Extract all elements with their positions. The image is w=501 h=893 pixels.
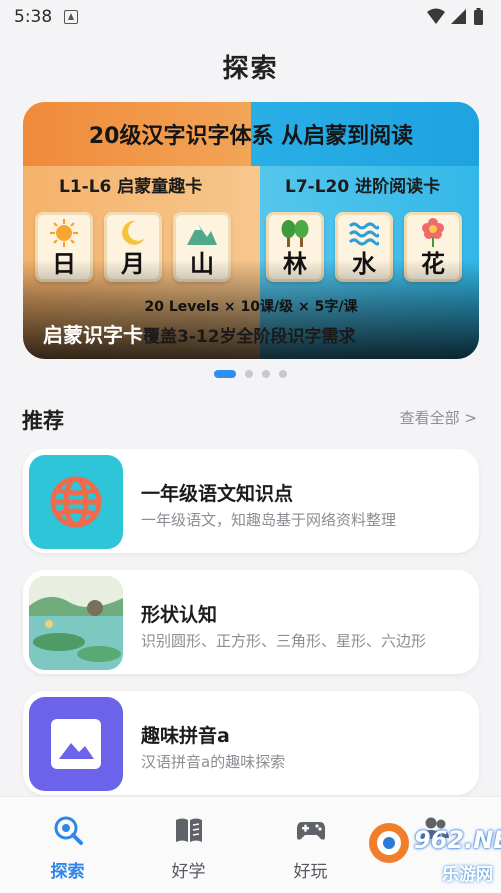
- carousel-dot[interactable]: [262, 370, 270, 378]
- watermark: 962.NET 乐游网: [360, 818, 501, 890]
- tab-play[interactable]: 好玩: [248, 797, 373, 893]
- carousel-dot[interactable]: [245, 370, 253, 378]
- banner-caption: 启蒙识字卡: [43, 323, 143, 347]
- banner-carousel[interactable]: 20级汉字识字体系 从启蒙到阅读 L1-L6 启蒙童趣卡 L7-L20 进阶阅读…: [23, 102, 479, 359]
- item-title: 一年级语文知识点: [141, 483, 294, 505]
- carousel-dot-active[interactable]: [214, 370, 236, 378]
- notification-icon: [64, 10, 78, 24]
- item-description: 一年级语文，知趣岛基于网络资料整理: [141, 511, 397, 529]
- item-title: 形状认知: [141, 604, 218, 626]
- sun-icon: [50, 219, 78, 247]
- status-bar: 5:38: [0, 0, 501, 34]
- globe-icon: [50, 476, 102, 528]
- list-item[interactable]: 一年级语文知识点 一年级语文，知趣岛基于网络资料整理: [23, 449, 479, 553]
- banner-right-subtitle: L7-L20 进阶阅读卡: [285, 177, 441, 197]
- list-item[interactable]: 趣味拼音a 汉语拼音a的趣味探索: [23, 691, 479, 795]
- battery-icon: [474, 10, 483, 25]
- banner-levels-line: 20 Levels × 10课/级 × 5字/课: [144, 299, 358, 315]
- flower-icon: [422, 218, 444, 247]
- signal-icon: [451, 9, 466, 24]
- book-icon: [176, 818, 202, 842]
- item-description: 识别圆形、正方形、三角形、星形、六边形: [141, 632, 427, 650]
- moon-icon: [122, 220, 145, 245]
- view-all-link[interactable]: 查看全部 >: [400, 407, 477, 428]
- tab-learn[interactable]: 好学: [126, 797, 251, 893]
- banner-coverage-line: 覆盖3-12岁全阶段识字需求: [143, 327, 356, 347]
- water-icon: [349, 222, 379, 246]
- item-description: 汉语拼音a的趣味探索: [141, 753, 286, 771]
- item-title: 趣味拼音a: [141, 725, 230, 747]
- tab-label: 好玩: [293, 862, 328, 882]
- wifi-icon: [427, 8, 445, 24]
- status-icons: [427, 8, 483, 25]
- banner-headline: 20级汉字识字体系 从启蒙到阅读: [88, 124, 414, 149]
- trees-icon: [281, 220, 309, 247]
- search-globe-icon: [54, 816, 83, 845]
- watermark-subtext: 乐游网: [442, 865, 493, 885]
- tab-label: 好学: [171, 862, 206, 882]
- list-item[interactable]: 形状认知 识别圆形、正方形、三角形、星形、六边形: [23, 570, 479, 674]
- carousel-dot[interactable]: [279, 370, 287, 378]
- gamepad-icon: [297, 822, 325, 840]
- banner-left-subtitle: L1-L6 启蒙童趣卡: [59, 177, 203, 197]
- item-thumbnail: [29, 455, 123, 549]
- scenery-image: [29, 576, 123, 670]
- tab-explore[interactable]: 探索: [5, 797, 130, 893]
- watermark-logo: [369, 823, 409, 863]
- watermark-text: 962.NET: [414, 826, 501, 854]
- item-thumbnail: [29, 697, 123, 791]
- item-thumbnail: [29, 576, 123, 670]
- image-placeholder-icon: [51, 719, 101, 769]
- section-title: 推荐: [22, 409, 64, 433]
- status-time: 5:38: [14, 7, 53, 27]
- mountain-icon: [187, 224, 217, 245]
- page-title: 探索: [222, 54, 279, 84]
- tab-label: 探索: [50, 862, 85, 882]
